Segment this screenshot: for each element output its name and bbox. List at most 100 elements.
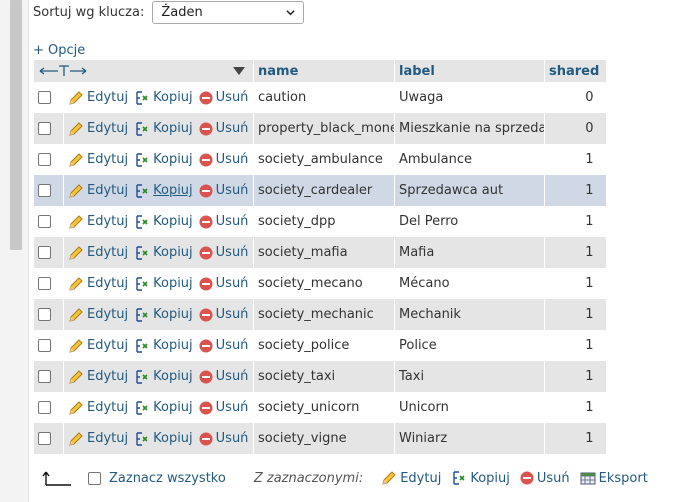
delete-row-button[interactable]: Usuń [199, 183, 248, 198]
delete-row-button[interactable]: Usuń [199, 121, 248, 136]
copy-row-button[interactable]: Kopiuj [134, 338, 193, 354]
delete-row-button[interactable]: Usuń [199, 431, 248, 446]
row-checkbox[interactable] [38, 91, 51, 104]
row-checkbox[interactable] [38, 246, 51, 259]
select-all-checkbox[interactable] [88, 471, 101, 485]
copy-label: Kopiuj [153, 276, 193, 291]
sort-by-key-select[interactable]: Żaden [152, 0, 305, 24]
table-row[interactable]: Edytuj Kopiuj Usuń society_police Police 1 [33, 330, 606, 361]
options-link[interactable]: + Opcje [33, 43, 85, 58]
copy-row-button[interactable]: Kopiuj [134, 245, 193, 261]
column-header-name[interactable]: name [253, 60, 395, 82]
bulk-export-button[interactable]: Eksport [580, 470, 648, 486]
bulk-delete-button[interactable]: Usuń [520, 471, 570, 486]
navigation-panel-edge [0, 0, 29, 502]
row-checkbox-cell [33, 299, 64, 330]
sort-by-key-value: Żaden [161, 4, 203, 20]
chevron-down-icon [286, 9, 295, 15]
copy-label: Kopiuj [153, 183, 193, 198]
copy-label: Kopiuj [153, 245, 193, 260]
cell-label: Winiarz [394, 423, 545, 454]
navigation-scrollbar[interactable] [10, 0, 22, 250]
sort-triangle-icon[interactable] [233, 67, 245, 75]
cell-name: society_taxi [253, 361, 395, 392]
delete-circle-icon [520, 471, 534, 485]
delete-row-button[interactable]: Usuń [199, 90, 248, 105]
copy-row-button[interactable]: Kopiuj [134, 276, 193, 292]
edit-row-button[interactable]: Edytuj [68, 307, 128, 323]
row-checkbox-cell [33, 392, 64, 423]
table-row[interactable]: Edytuj Kopiuj Usuń property_black_money Mies… [33, 113, 606, 144]
delete-label: Usuń [215, 245, 249, 260]
row-checkbox[interactable] [38, 370, 51, 383]
edit-row-button[interactable]: Edytuj [68, 431, 128, 447]
edit-row-button[interactable]: Edytuj [68, 121, 128, 137]
delete-row-button[interactable]: Usuń [199, 245, 249, 260]
copy-row-button[interactable]: Kopiuj [134, 183, 193, 199]
row-checkbox[interactable] [38, 401, 51, 414]
table-row[interactable]: Edytuj Kopiuj Usuń society_dpp Del Perro 1 [33, 206, 606, 237]
bulk-copy-button[interactable]: Kopiuj [451, 470, 510, 486]
delete-row-button[interactable]: Usuń [199, 152, 248, 167]
copy-insert-icon [136, 183, 148, 198]
table-header-row: name label shared [33, 60, 606, 82]
copy-row-button[interactable]: Kopiuj [134, 369, 193, 385]
table-row[interactable]: Edytuj Kopiuj Usuń society_unicorn Unicorn 1 [33, 392, 606, 423]
edit-row-button[interactable]: Edytuj [68, 90, 128, 106]
edit-row-button[interactable]: Edytuj [68, 214, 128, 230]
row-checkbox[interactable] [38, 339, 51, 352]
copy-row-button[interactable]: Kopiuj [134, 214, 193, 230]
copy-row-button[interactable]: Kopiuj [134, 431, 193, 447]
row-checkbox[interactable] [38, 122, 51, 135]
column-header-label[interactable]: label [394, 60, 545, 82]
cell-label: Mechanik [394, 299, 545, 330]
copy-row-button[interactable]: Kopiuj [134, 307, 193, 323]
row-checkbox[interactable] [38, 153, 51, 166]
table-row[interactable]: Edytuj Kopiuj Usuń society_taxi Taxi 1 [33, 361, 606, 392]
cell-label: Uwaga [394, 82, 545, 113]
copy-row-button[interactable]: Kopiuj [134, 90, 193, 106]
column-header-shared[interactable]: shared [544, 60, 606, 82]
select-all-label[interactable]: Zaznacz wszystko [109, 471, 226, 486]
header-controls-cell [33, 60, 254, 82]
row-checkbox[interactable] [38, 308, 51, 321]
table-row[interactable]: Edytuj Kopiuj Usuń caution Uwaga 0 [33, 82, 606, 113]
delete-row-button[interactable]: Usuń [199, 400, 248, 415]
copy-row-button[interactable]: Kopiuj [134, 400, 193, 416]
edit-row-button[interactable]: Edytuj [68, 276, 128, 292]
delete-circle-icon [199, 370, 213, 383]
edit-row-button[interactable]: Edytuj [68, 369, 128, 385]
delete-row-button[interactable]: Usuń [199, 338, 248, 353]
edit-row-button[interactable]: Edytuj [68, 183, 128, 199]
row-checkbox[interactable] [38, 184, 51, 197]
table-row[interactable]: Edytuj Kopiuj Usuń society_mafia Mafia 1 [33, 237, 606, 268]
edit-row-button[interactable]: Edytuj [68, 152, 128, 168]
bulk-edit-button[interactable]: Edytuj [381, 470, 441, 486]
column-resize-arrows-icon[interactable] [38, 64, 88, 78]
edit-row-button[interactable]: Edytuj [68, 400, 128, 416]
cell-shared: 0 [544, 82, 606, 113]
cell-name: society_ambulance [253, 144, 395, 175]
cell-name: society_dpp [253, 206, 395, 237]
row-checkbox[interactable] [38, 432, 51, 445]
edit-row-button[interactable]: Edytuj [68, 338, 128, 354]
copy-insert-icon [136, 431, 148, 446]
table-row[interactable]: Edytuj Kopiuj Usuń society_ambulance Ambulan… [33, 144, 606, 175]
copy-insert-icon [136, 214, 148, 229]
delete-row-button[interactable]: Usuń [199, 369, 248, 384]
delete-row-button[interactable]: Usuń [199, 214, 248, 229]
copy-row-button[interactable]: Kopiuj [134, 152, 193, 168]
copy-insert-icon [136, 245, 148, 260]
delete-row-button[interactable]: Usuń [199, 307, 248, 322]
row-checkbox[interactable] [38, 277, 51, 290]
row-checkbox[interactable] [38, 215, 51, 228]
delete-row-button[interactable]: Usuń [199, 276, 248, 291]
edit-row-button[interactable]: Edytuj [68, 245, 128, 261]
copy-row-button[interactable]: Kopiuj [134, 121, 193, 137]
table-row[interactable]: Edytuj Kopiuj Usuń society_vigne Winiarz 1 [33, 423, 606, 454]
copy-insert-icon [136, 90, 148, 105]
cell-shared: 1 [544, 330, 606, 361]
table-row[interactable]: Edytuj Kopiuj Usuń society_mecano Mécano 1 [33, 268, 606, 299]
table-row[interactable]: Edytuj Kopiuj Usuń society_mechanic Mechanik… [33, 299, 606, 330]
table-row[interactable]: Edytuj Kopiuj Usuń society_cardealer Sprzeda… [33, 175, 606, 206]
